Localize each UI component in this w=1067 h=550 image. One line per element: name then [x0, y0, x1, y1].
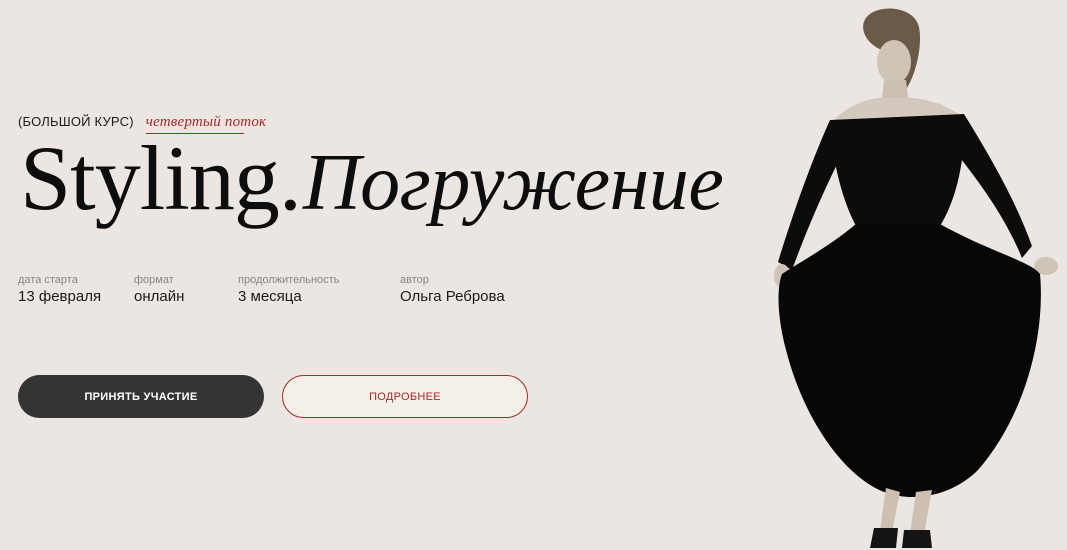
fact-duration: продолжительность 3 месяца: [238, 274, 400, 305]
title-italic: Погружение: [302, 139, 724, 227]
fact-value: онлайн: [134, 288, 185, 305]
model-shoes: [870, 528, 932, 548]
fact-label: формат: [134, 274, 174, 286]
fact-value: 3 месяца: [238, 288, 302, 305]
model-neck: [882, 80, 908, 98]
course-title: Styling.Погружение: [20, 132, 724, 227]
fact-value: 13 февраля: [18, 288, 102, 305]
fact-format: формат онлайн: [134, 274, 238, 305]
fact-start-date: дата старта 13 февраля: [18, 274, 134, 305]
model-photo: [774, 8, 1058, 548]
title-word: Styling.: [20, 127, 302, 229]
fact-label: продолжительность: [238, 274, 340, 286]
model-face: [877, 40, 911, 84]
model-skirt: [778, 224, 1041, 497]
model-bodice: [830, 114, 965, 226]
fact-value: Ольга Реброва: [400, 288, 505, 305]
course-facts: дата старта 13 февраля формат онлайн про…: [18, 274, 540, 305]
hero-section: (БОЛЬШОЙ КУРС) четвертый поток Styling.П…: [0, 0, 1067, 550]
fact-label: дата старта: [18, 274, 78, 286]
join-button[interactable]: ПРИНЯТЬ УЧАСТИЕ: [18, 375, 264, 418]
fact-author: автор Ольга Реброва: [400, 274, 540, 305]
model-right-sleeve: [954, 114, 1032, 258]
more-button[interactable]: ПОДРОБНЕЕ: [282, 375, 528, 418]
fact-label: автор: [400, 274, 429, 286]
